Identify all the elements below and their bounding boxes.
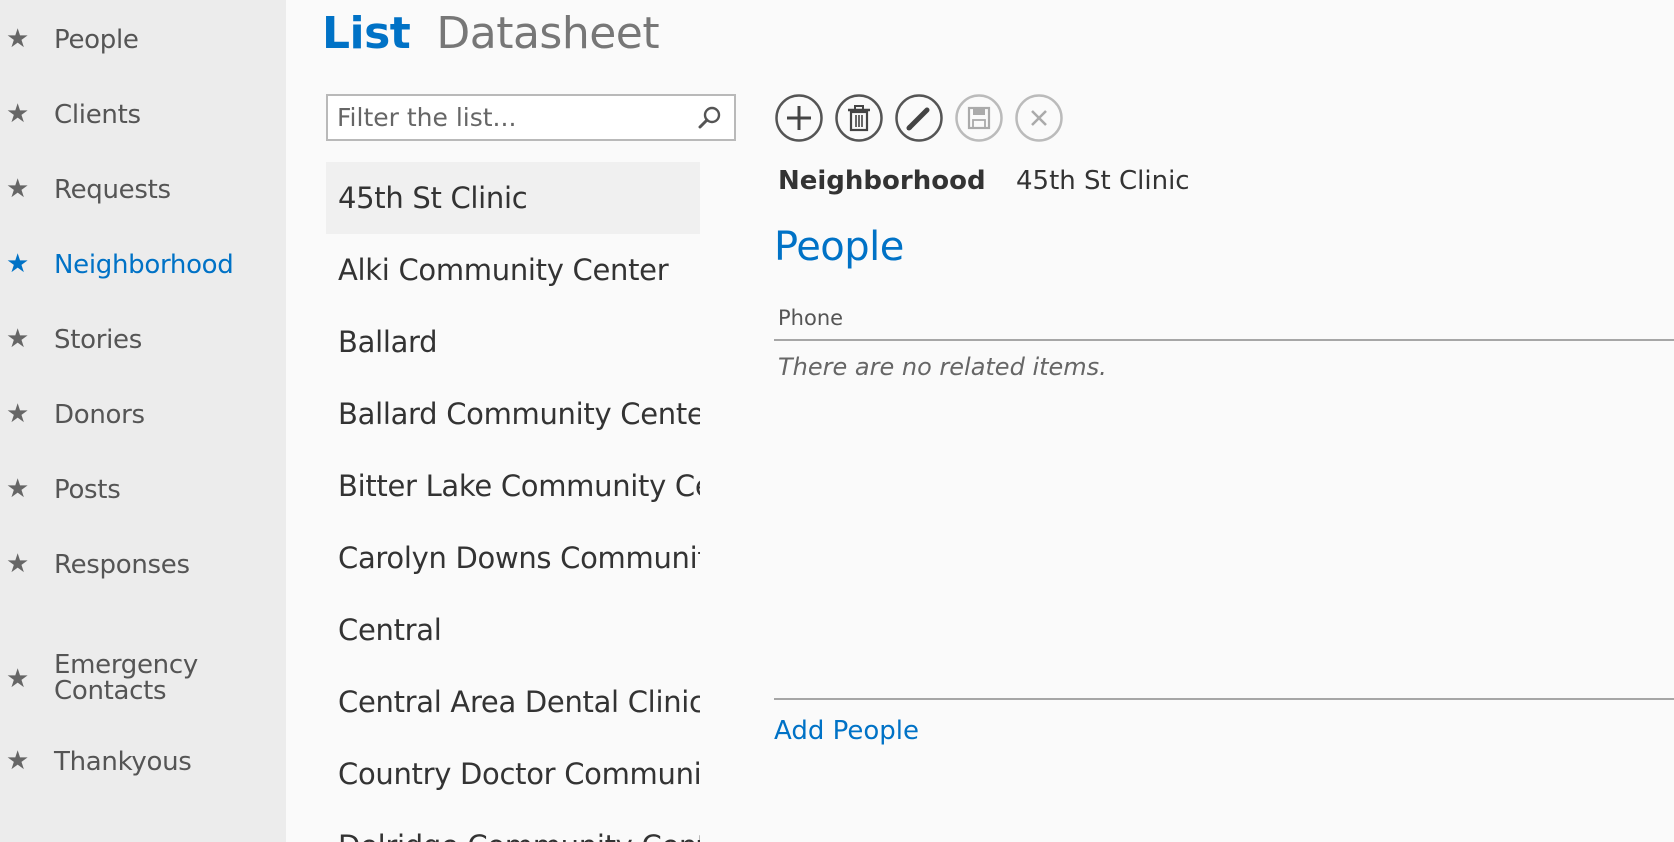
sidebar-item-label: Posts <box>54 475 121 505</box>
sidebar-item-people[interactable]: ★ People <box>0 22 286 56</box>
edit-icon[interactable] <box>894 93 944 143</box>
star-icon: ★ <box>6 549 30 579</box>
action-toolbar <box>774 93 1064 143</box>
sidebar-item-label: Neighborhood <box>54 250 234 280</box>
sidebar-item-label: Stories <box>54 325 142 355</box>
save-icon[interactable] <box>954 93 1004 143</box>
sidebar-item-emergency-contacts[interactable]: ★ Emergency Contacts <box>0 652 286 708</box>
field-value-neighborhood: 45th St Clinic <box>1016 166 1190 196</box>
star-icon: ★ <box>6 746 30 776</box>
sidebar-item-thankyous[interactable]: ★ Thankyous <box>0 744 286 778</box>
list-item[interactable]: 45th St Clinic <box>326 162 700 234</box>
add-icon[interactable] <box>774 93 824 143</box>
filter-input[interactable] <box>328 103 688 132</box>
sidebar-item-requests[interactable]: ★ Requests <box>0 172 286 206</box>
sidebar-item-label: Donors <box>54 400 145 430</box>
star-icon: ★ <box>6 324 30 354</box>
search-icon[interactable] <box>696 104 724 132</box>
related-section-title: People <box>774 224 904 270</box>
empty-message: There are no related items. <box>778 353 1107 381</box>
star-icon: ★ <box>6 174 30 204</box>
record-list: 45th St Clinic Alki Community Center Bal… <box>326 162 700 842</box>
list-item[interactable]: Delridge Community Center <box>326 810 700 842</box>
sidebar-item-label: Thankyous <box>54 747 192 777</box>
sidebar-item-label: Responses <box>54 550 190 580</box>
add-people-link[interactable]: Add People <box>774 716 919 746</box>
star-icon: ★ <box>6 664 30 694</box>
sidebar-item-donors[interactable]: ★ Donors <box>0 397 286 431</box>
list-item[interactable]: Ballard <box>326 306 700 378</box>
star-icon: ★ <box>6 399 30 429</box>
sidebar-item-label-line2: Contacts <box>54 676 167 706</box>
tab-datasheet[interactable]: Datasheet <box>436 8 659 59</box>
star-icon: ★ <box>6 474 30 504</box>
sidebar-item-stories[interactable]: ★ Stories <box>0 322 286 356</box>
sidebar-item-label: People <box>54 25 139 55</box>
list-item[interactable]: Bitter Lake Community Cen <box>326 450 700 522</box>
header-divider <box>774 339 1674 341</box>
tab-list[interactable]: List <box>322 8 411 59</box>
sidebar-item-posts[interactable]: ★ Posts <box>0 472 286 506</box>
sidebar-item-responses[interactable]: ★ Responses <box>0 547 286 581</box>
list-item[interactable]: Ballard Community Center <box>326 378 700 450</box>
list-item[interactable]: Central Area Dental Clinic <box>326 666 700 738</box>
list-item[interactable]: Country Doctor Community <box>326 738 700 810</box>
list-item[interactable]: Central <box>326 594 700 666</box>
cancel-icon[interactable] <box>1014 93 1064 143</box>
list-item[interactable]: Carolyn Downs Community <box>326 522 700 594</box>
view-switcher: List Datasheet <box>322 8 660 59</box>
list-item[interactable]: Alki Community Center <box>326 234 700 306</box>
delete-icon[interactable] <box>834 93 884 143</box>
star-icon: ★ <box>6 249 30 279</box>
sidebar-item-clients[interactable]: ★ Clients <box>0 97 286 131</box>
sidebar-item-label: Emergency <box>54 650 198 680</box>
field-label-neighborhood: Neighborhood <box>778 166 986 196</box>
sidebar-item-label: Clients <box>54 100 141 130</box>
star-icon: ★ <box>6 99 30 129</box>
filter-box <box>326 94 736 141</box>
sidebar-item-label: Requests <box>54 175 171 205</box>
column-header-phone[interactable]: Phone <box>778 306 843 330</box>
star-icon: ★ <box>6 24 30 54</box>
sidebar-item-neighborhood[interactable]: ★ Neighborhood <box>0 247 286 281</box>
sidebar-nav: ★ People ★ Clients ★ Requests ★ Neighbor… <box>0 0 286 842</box>
section-divider <box>774 698 1674 700</box>
